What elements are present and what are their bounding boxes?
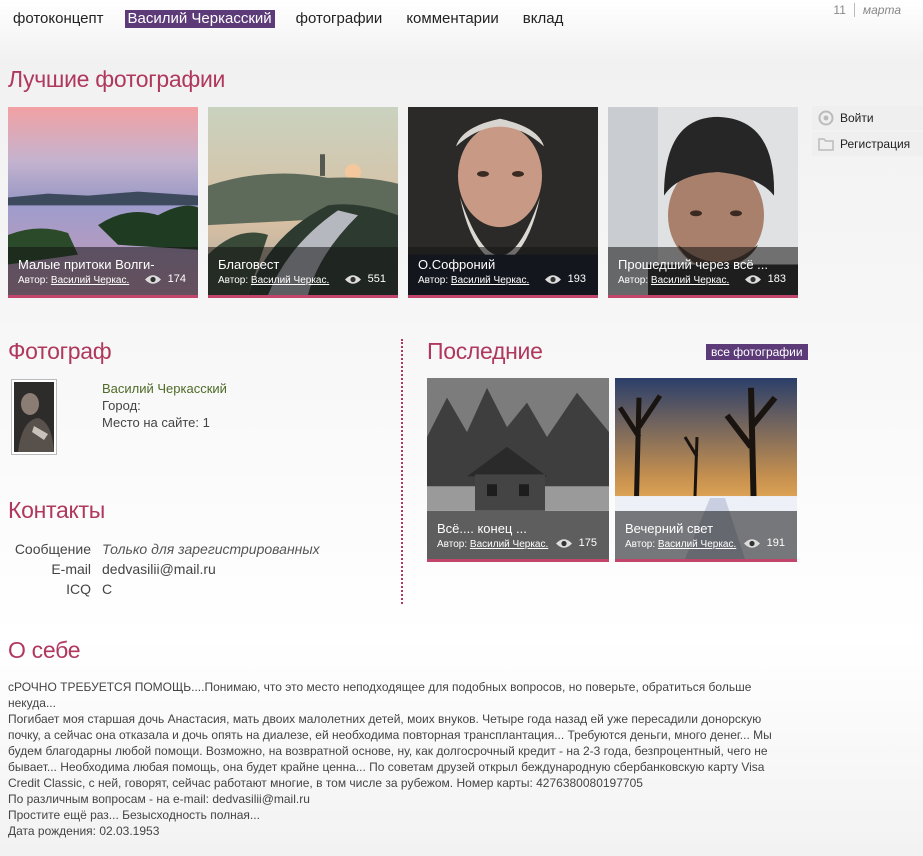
eye-icon bbox=[144, 274, 161, 284]
photographer-title: Фотограф bbox=[8, 338, 112, 364]
card-title[interactable]: О.Софроний bbox=[418, 257, 588, 273]
eye-icon bbox=[544, 274, 561, 284]
card-caption: Прошедший через всё ... Автор: Василий Ч… bbox=[608, 247, 798, 295]
best-photo-card-3[interactable]: О.Софроний Автор: Василий Черкас. 193 bbox=[408, 107, 598, 298]
views-count: 174 bbox=[167, 273, 186, 285]
author-link[interactable]: Василий Черкас. bbox=[51, 275, 129, 286]
latest-title: Последние bbox=[427, 338, 543, 364]
photographer-city: Город: bbox=[102, 398, 141, 413]
photographer-name[interactable]: Василий Черкасский bbox=[102, 380, 227, 397]
eye-icon bbox=[344, 274, 361, 284]
card-title[interactable]: Прошедший через всё ... bbox=[618, 257, 788, 273]
author-link[interactable]: Василий Черкас. bbox=[251, 275, 329, 286]
column-divider bbox=[401, 339, 403, 604]
card-title[interactable]: Благовест bbox=[218, 257, 388, 273]
contact-value: Только для зарегистрированных bbox=[102, 541, 320, 557]
author-prefix: Автор: bbox=[218, 275, 249, 286]
nav-item-photoconcept[interactable]: фотоконцепт bbox=[13, 10, 107, 28]
contact-value: С bbox=[102, 581, 113, 597]
folder-icon bbox=[812, 137, 840, 151]
about-line: Простите ещё раз... Безысходность полная… bbox=[8, 808, 260, 822]
auth-box: Войти Регистрация bbox=[812, 106, 923, 158]
views-count: 175 bbox=[578, 537, 597, 549]
top-nav: фотоконцепт Василий Черкасский фотографи… bbox=[13, 10, 584, 28]
card-caption: Всё.... конец ... Автор: Василий Черкас.… bbox=[427, 511, 609, 559]
contact-row-email: E-mail dedvasilii@mail.ru bbox=[11, 559, 320, 579]
views-count: 183 bbox=[767, 273, 786, 285]
nav-item-photos[interactable]: фотографии bbox=[293, 10, 386, 28]
author-prefix: Автор: bbox=[18, 275, 49, 286]
nav-item-contribution[interactable]: вклад bbox=[520, 10, 567, 28]
author-link[interactable]: Василий Черкас. bbox=[451, 275, 529, 286]
card-caption: Благовест Автор: Василий Черкас. 551 bbox=[208, 247, 398, 295]
card-caption: Вечерний свет Автор: Василий Черкас. 191 bbox=[615, 511, 797, 559]
author-link[interactable]: Василий Черкас. bbox=[651, 275, 729, 286]
card-views: 174 bbox=[144, 273, 186, 285]
views-count: 551 bbox=[367, 273, 386, 285]
best-photo-card-4[interactable]: Прошедший через всё ... Автор: Василий Ч… bbox=[608, 107, 798, 298]
author-prefix: Автор: bbox=[625, 539, 656, 550]
card-views: 191 bbox=[743, 537, 785, 549]
about-line: сРОЧНО ТРЕБУЕТСЯ ПОМОЩЬ....Понимаю, что … bbox=[8, 680, 752, 710]
about-title: О себе bbox=[8, 637, 81, 663]
nav-item-profile[interactable]: Василий Черкасский bbox=[124, 10, 275, 28]
login-link[interactable]: Войти bbox=[812, 106, 923, 130]
latest-photo-card-2[interactable]: Вечерний свет Автор: Василий Черкас. 191 bbox=[615, 378, 797, 562]
avatar[interactable] bbox=[11, 379, 57, 455]
best-photos-title: Лучшие фотографии bbox=[8, 66, 226, 92]
avatar-image bbox=[14, 382, 54, 452]
date-day: 11 bbox=[833, 3, 846, 17]
card-caption: Малые притоки Волги- Автор: Василий Черк… bbox=[8, 247, 198, 295]
contacts-title: Контакты bbox=[8, 497, 105, 523]
contact-label: Сообщение bbox=[14, 541, 91, 557]
latest-photo-card-1[interactable]: Всё.... конец ... Автор: Василий Черкас.… bbox=[427, 378, 609, 562]
eye-icon bbox=[555, 538, 572, 548]
views-count: 193 bbox=[567, 273, 586, 285]
best-photo-card-2[interactable]: Благовест Автор: Василий Черкас. 551 bbox=[208, 107, 398, 298]
about-line: По различным вопросам - на e-mail: dedva… bbox=[8, 792, 310, 806]
card-views: 183 bbox=[744, 273, 786, 285]
contact-row-icq: ICQ С bbox=[11, 579, 320, 599]
author-prefix: Автор: bbox=[618, 275, 649, 286]
eye-icon bbox=[743, 538, 760, 548]
card-title[interactable]: Всё.... конец ... bbox=[437, 521, 599, 537]
card-title[interactable]: Вечерний свет bbox=[625, 521, 787, 537]
register-link[interactable]: Регистрация bbox=[812, 132, 923, 156]
card-views: 551 bbox=[344, 273, 386, 285]
contact-label: ICQ bbox=[66, 581, 91, 597]
best-photo-card-1[interactable]: Малые притоки Волги- Автор: Василий Черк… bbox=[8, 107, 198, 298]
nav-item-comments[interactable]: комментарии bbox=[403, 10, 501, 28]
photographer-rank: Место на сайте: 1 bbox=[102, 415, 210, 430]
card-views: 193 bbox=[544, 273, 586, 285]
about-line: Погибает моя старшая дочь Анастасия, мат… bbox=[8, 712, 772, 790]
contacts-table: Сообщение Только для зарегистрированных … bbox=[11, 539, 320, 599]
email-value[interactable]: dedvasilii@mail.ru bbox=[102, 559, 216, 579]
author-prefix: Автор: bbox=[437, 539, 468, 550]
author-link[interactable]: Василий Черкас. bbox=[658, 539, 736, 550]
card-views: 175 bbox=[555, 537, 597, 549]
all-photos-button[interactable]: все фотографии bbox=[706, 344, 808, 360]
date-display: 11 марта bbox=[833, 3, 901, 17]
login-icon bbox=[812, 110, 840, 126]
date-month: марта bbox=[862, 3, 901, 17]
about-text: сРОЧНО ТРЕБУЕТСЯ ПОМОЩЬ....Понимаю, что … bbox=[8, 679, 778, 839]
eye-icon bbox=[744, 274, 761, 284]
contact-label: E-mail bbox=[51, 561, 91, 577]
about-line: Дата рождения: 02.03.1953 bbox=[8, 824, 160, 838]
login-label: Войти bbox=[840, 111, 874, 125]
card-title[interactable]: Малые притоки Волги- bbox=[18, 257, 188, 273]
author-prefix: Автор: bbox=[418, 275, 449, 286]
views-count: 191 bbox=[766, 537, 785, 549]
author-link[interactable]: Василий Черкас. bbox=[470, 539, 548, 550]
card-caption: О.Софроний Автор: Василий Черкас. 193 bbox=[408, 247, 598, 295]
date-separator bbox=[853, 3, 855, 17]
contact-row-message: Сообщение Только для зарегистрированных bbox=[11, 539, 320, 559]
register-label: Регистрация bbox=[840, 137, 911, 151]
photographer-info: Василий Черкасский Город: Место на сайте… bbox=[102, 380, 227, 431]
